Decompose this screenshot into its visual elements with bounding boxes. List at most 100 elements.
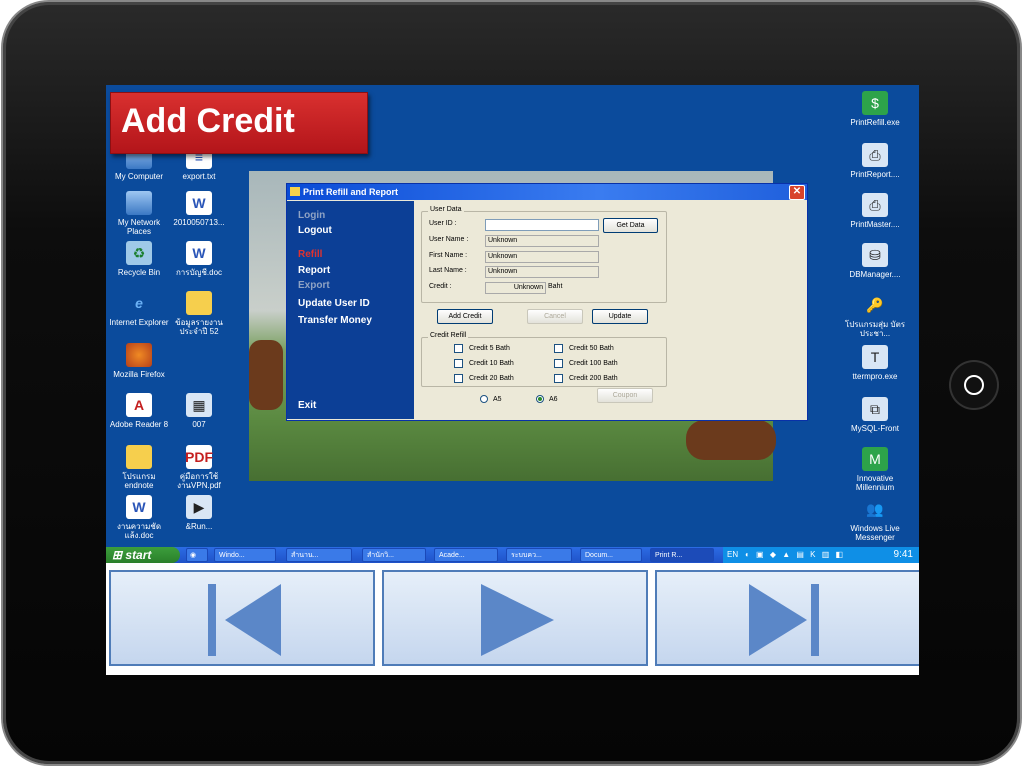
menu-login[interactable]: Login — [298, 210, 325, 221]
desktop-icon-doc-2010[interactable]: W 2010050713... — [168, 191, 230, 227]
app-icon: M — [862, 447, 888, 471]
desktop-icon-run[interactable]: ▶ &Run... — [168, 495, 230, 531]
pdf-icon: A — [126, 393, 152, 417]
task-button[interactable]: Acade... — [434, 548, 498, 562]
task-button[interactable]: ระบบคว... — [506, 548, 572, 562]
recycle-bin-icon: ♻ — [126, 241, 152, 265]
desktop-icon-endnote[interactable]: โปรแกรม endnote — [108, 445, 170, 490]
desktop-icon-printmaster[interactable]: ⎙ PrintMaster.... — [844, 193, 906, 229]
user-data-legend: User Data — [428, 206, 464, 213]
system-tray: EN ◐ ▣ ◆ ▲ ▤ K ▥ ◧ 9:41 — [723, 547, 919, 563]
tray-icons[interactable]: ◐ ▣ ◆ ▲ ▤ K ▥ ◧ — [745, 547, 845, 563]
desktop-icon-ie[interactable]: e Internet Explorer — [108, 291, 170, 328]
start-button[interactable]: ⊞ start — [106, 547, 180, 563]
dialog-side-menu: Login Logout Refill Report Export Update… — [287, 201, 414, 419]
credit-200-checkbox[interactable]: Credit 200 Bath — [554, 374, 618, 383]
user-id-input[interactable] — [485, 219, 599, 231]
folder-icon — [126, 445, 152, 469]
credit-20-checkbox[interactable]: Credit 20 Bath — [454, 374, 514, 383]
paper-a6-radio[interactable]: A6 — [536, 395, 558, 403]
task-button[interactable]: สำนาน... — [286, 548, 352, 562]
task-button[interactable]: สำนักวิ... — [362, 548, 426, 562]
credit-50-checkbox[interactable]: Credit 50 Bath — [554, 344, 614, 353]
terminal-icon: T — [862, 345, 888, 369]
desktop: My Computer ≡ export.txt My Network Plac… — [106, 85, 919, 563]
horse-image — [686, 420, 776, 460]
horse-image — [249, 340, 283, 410]
user-name-field: Unknown — [485, 235, 599, 247]
desktop-icon-mysql-front[interactable]: ⧉ MySQL-Front — [844, 397, 906, 433]
firefox-quicklaunch-icon[interactable]: ◉ — [186, 548, 208, 562]
app-icon: ⧉ — [862, 397, 888, 421]
desktop-icon-printreport[interactable]: ⎙ PrintReport.... — [844, 143, 906, 179]
first-name-label: First Name : — [429, 252, 468, 259]
credit-field: Unknown — [485, 282, 546, 294]
credit-refill-group: Credit Refill Credit 5 Bath Credit 50 Ba… — [421, 332, 667, 387]
cancel-button[interactable]: Cancel — [527, 309, 583, 324]
task-button-active[interactable]: Print R... — [650, 548, 714, 562]
clock: 9:41 — [893, 549, 913, 560]
play-icon — [481, 584, 554, 656]
desktop-icon-dbmanager[interactable]: ⛁ DBManager.... — [844, 243, 906, 279]
coupon-button[interactable]: Coupon — [597, 388, 653, 403]
network-icon — [126, 191, 152, 215]
desktop-icon-adobe-reader[interactable]: A Adobe Reader 8 — [108, 393, 170, 429]
desktop-icon-doc-drought[interactable]: W งานความชัด แล้ง.doc — [108, 495, 170, 540]
menu-export[interactable]: Export — [298, 280, 330, 291]
menu-transfer-money[interactable]: Transfer Money — [298, 315, 372, 326]
play-button[interactable] — [382, 570, 648, 666]
user-id-label: User ID : — [429, 220, 457, 227]
home-button[interactable] — [951, 362, 997, 408]
app-icon: ▦ — [186, 393, 212, 417]
print-refill-dialog: Print Refill and Report ✕ Login Logout R… — [286, 183, 808, 421]
document-icon: W — [126, 495, 152, 519]
app-icon: $ — [862, 91, 888, 115]
credit-10-checkbox[interactable]: Credit 10 Bath — [454, 359, 514, 368]
task-button[interactable]: Docum... — [580, 548, 642, 562]
desktop-icon-firefox[interactable]: Mozilla Firefox — [108, 343, 170, 379]
pdf-icon: PDF — [185, 445, 213, 469]
document-icon: W — [186, 191, 212, 215]
ie-icon: e — [135, 294, 143, 311]
first-name-field: Unknown — [485, 251, 599, 263]
home-circle-icon — [964, 375, 984, 395]
user-data-group: User Data User ID : Get Data User Name :… — [421, 206, 667, 303]
paper-a5-radio[interactable]: A5 — [480, 395, 502, 403]
desktop-icon-innovative[interactable]: M Innovative Millennium — [844, 447, 906, 492]
dialog-title-bar[interactable]: Print Refill and Report ✕ — [287, 184, 807, 200]
skip-back-icon — [208, 584, 281, 656]
desktop-icon-id-card[interactable]: 🔑 โปรแกรมสุ่ม บัตรประชา... — [844, 293, 906, 339]
desktop-icon-recycle-bin[interactable]: ♻ Recycle Bin — [108, 241, 170, 277]
desktop-icon-007[interactable]: ▦ 007 — [168, 393, 230, 429]
menu-report[interactable]: Report — [298, 265, 330, 276]
credit-5-checkbox[interactable]: Credit 5 Bath — [454, 344, 510, 353]
task-button[interactable]: Windo... — [214, 548, 276, 562]
last-name-field: Unknown — [485, 266, 599, 278]
menu-exit[interactable]: Exit — [298, 400, 316, 411]
language-indicator[interactable]: EN — [727, 547, 738, 563]
last-slide-button[interactable] — [655, 570, 919, 666]
menu-refill[interactable]: Refill — [298, 249, 322, 260]
update-button[interactable]: Update — [592, 309, 648, 324]
taskbar: ⊞ start ◉ Windo... สำนาน... สำนักวิ... A… — [106, 547, 919, 563]
desktop-icon-printrefill[interactable]: $ PrintRefill.exe — [844, 91, 906, 127]
close-icon[interactable]: ✕ — [789, 185, 805, 200]
key-icon: 🔑 — [866, 296, 884, 313]
credit-100-checkbox[interactable]: Credit 100 Bath — [554, 359, 618, 368]
desktop-icon-ttermpro[interactable]: T ttermpro.exe — [844, 345, 906, 381]
app-icon — [290, 187, 300, 196]
desktop-icon-folder-report[interactable]: ข้อมูลรายงาน ประจำปี 52 — [168, 291, 230, 336]
add-credit-button[interactable]: Add Credit — [437, 309, 493, 324]
desktop-icon-doc-thai[interactable]: W การบัญชี.doc — [168, 241, 230, 277]
menu-update-user-id[interactable]: Update User ID — [298, 298, 370, 309]
screen: My Computer ≡ export.txt My Network Plac… — [106, 85, 919, 675]
get-data-button[interactable]: Get Data — [603, 218, 658, 233]
menu-logout[interactable]: Logout — [298, 225, 332, 236]
desktop-icon-network[interactable]: My Network Places — [108, 191, 170, 236]
desktop-icon-messenger[interactable]: 👥 Windows Live Messenger — [844, 497, 906, 543]
desktop-icon-vpn-pdf[interactable]: PDF คู่มือการใช้ งานVPN.pdf — [168, 445, 230, 490]
credit-unit: Baht — [548, 283, 563, 290]
slide-title: Add Credit — [110, 92, 368, 154]
first-slide-button[interactable] — [109, 570, 375, 666]
slide-navigation — [106, 563, 919, 675]
